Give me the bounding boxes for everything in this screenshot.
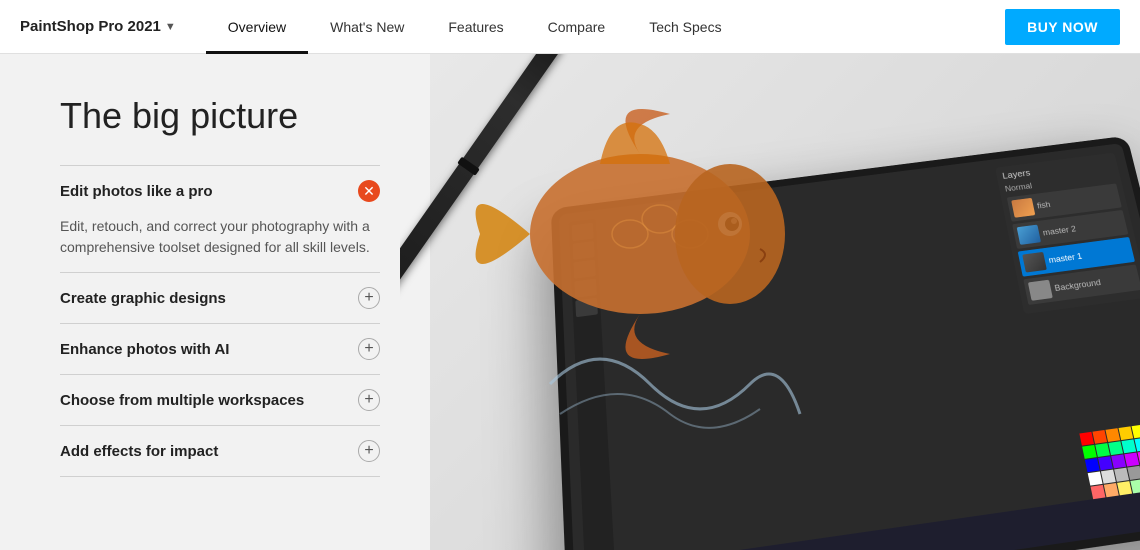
accordion-header-edit-photos[interactable]: Edit photos like a pro ✕	[60, 166, 380, 216]
accordion-item-workspaces: Choose from multiple workspaces +	[60, 374, 380, 425]
layer-thumb-1	[1011, 198, 1035, 218]
accordion-item-effects: Add effects for impact +	[60, 425, 380, 477]
accordion-item-enhance-photos: Enhance photos with AI +	[60, 323, 380, 374]
color-swatch[interactable]	[1127, 466, 1140, 480]
color-swatch[interactable]	[1082, 445, 1097, 459]
color-swatch[interactable]	[1111, 454, 1126, 468]
tablet-taskbar	[574, 483, 1140, 550]
color-swatch[interactable]	[1105, 428, 1120, 442]
illustration: Layers Normal fish master 2 master 1	[400, 54, 1140, 550]
brand-chevron: ▼	[165, 21, 176, 33]
brand-name: PaintShop Pro 2021	[20, 18, 161, 35]
color-swatch[interactable]	[1088, 471, 1103, 485]
color-swatch[interactable]	[1095, 443, 1110, 457]
accordion-plus-icon-3: +	[358, 389, 380, 411]
layer-thumb-3	[1022, 252, 1047, 273]
color-palette	[1079, 418, 1140, 495]
accordion-item-graphic-designs: Create graphic designs +	[60, 272, 380, 323]
stylus-button	[457, 157, 480, 176]
main-content: The big picture Edit photos like a pro ✕…	[0, 54, 1140, 550]
layer-label-4: Background	[1054, 278, 1102, 293]
layer-thumb-4	[1028, 280, 1053, 301]
nav-whats-new[interactable]: What's New	[308, 0, 426, 54]
accordion-title-edit-photos: Edit photos like a pro	[60, 183, 213, 200]
right-panel: Layers Normal fish master 2 master 1	[430, 54, 1140, 550]
color-swatch[interactable]	[1130, 479, 1140, 493]
accordion-header-enhance-photos[interactable]: Enhance photos with AI +	[60, 324, 380, 374]
accordion-title-workspaces: Choose from multiple workspaces	[60, 392, 304, 409]
buy-now-button[interactable]: BUY NOW	[1005, 9, 1120, 45]
accordion-header-effects[interactable]: Add effects for impact +	[60, 426, 380, 476]
nav-features[interactable]: Features	[426, 0, 525, 54]
left-panel: The big picture Edit photos like a pro ✕…	[0, 54, 430, 550]
nav-compare[interactable]: Compare	[526, 0, 628, 54]
brand[interactable]: PaintShop Pro 2021 ▼	[20, 18, 176, 35]
accordion-title-effects: Add effects for impact	[60, 443, 218, 460]
layer-label-1: fish	[1036, 200, 1051, 210]
accordion-plus-icon-2: +	[358, 338, 380, 360]
accordion-close-icon: ✕	[358, 180, 380, 202]
color-swatch[interactable]	[1085, 458, 1100, 472]
accordion-body-edit-photos: Edit, retouch, and correct your photogra…	[60, 216, 380, 272]
accordion-plus-icon-1: +	[358, 287, 380, 309]
nav-overview[interactable]: Overview	[206, 0, 308, 54]
accordion-item-edit-photos: Edit photos like a pro ✕ Edit, retouch, …	[60, 165, 380, 272]
fish-illustration	[400, 54, 900, 484]
layers-panel: Layers Normal fish master 2 master 1	[995, 153, 1140, 314]
accordion-header-workspaces[interactable]: Choose from multiple workspaces +	[60, 375, 380, 425]
hero-title: The big picture	[60, 94, 380, 137]
accordion: Edit photos like a pro ✕ Edit, retouch, …	[60, 165, 380, 477]
nav-tech-specs[interactable]: Tech Specs	[627, 0, 743, 54]
accordion-header-graphic-designs[interactable]: Create graphic designs +	[60, 273, 380, 323]
color-swatch[interactable]	[1108, 441, 1123, 455]
accordion-title-graphic-designs: Create graphic designs	[60, 290, 226, 307]
layer-label-2: master 2	[1042, 224, 1077, 237]
color-swatch[interactable]	[1092, 430, 1107, 444]
accordion-plus-icon-4: +	[358, 440, 380, 462]
accordion-title-enhance-photos: Enhance photos with AI	[60, 341, 229, 358]
navigation: PaintShop Pro 2021 ▼ Overview What's New…	[0, 0, 1140, 54]
color-swatch[interactable]	[1098, 456, 1113, 470]
color-swatch[interactable]	[1079, 432, 1094, 446]
layer-label-3: master 1	[1048, 251, 1083, 264]
nav-links: Overview What's New Features Compare Tec…	[206, 0, 1005, 54]
color-swatch[interactable]	[1101, 470, 1116, 484]
layer-thumb-2	[1017, 225, 1041, 245]
